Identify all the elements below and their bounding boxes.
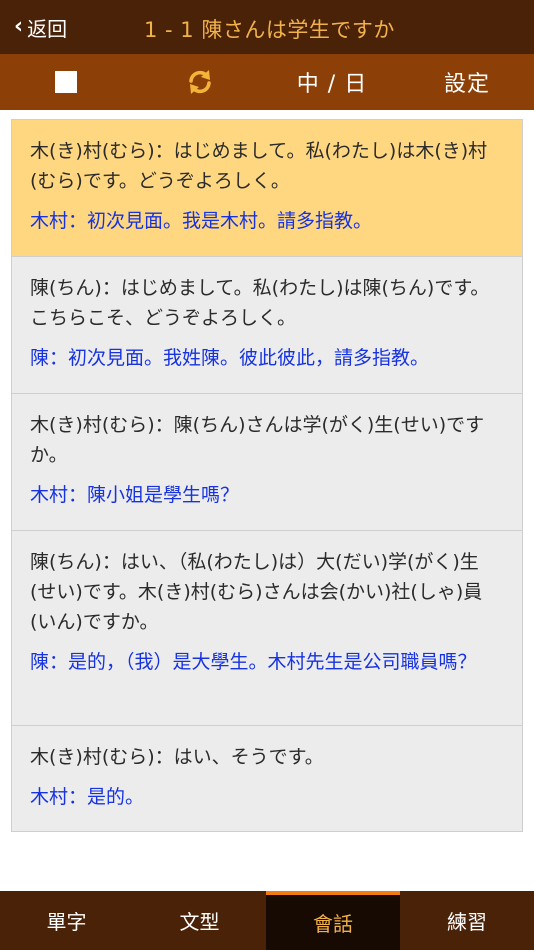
tab-grammar[interactable]: 文型 bbox=[133, 891, 266, 950]
chinese-translation: 木村：陳小姐是學生嗎？ bbox=[30, 484, 240, 506]
stop-button[interactable] bbox=[36, 54, 96, 110]
japanese-line: 木(き)村(むら)：はじめまして。私(わたし)は木(き)村(むら)です。どうぞよ… bbox=[30, 140, 488, 192]
chinese-translation: 木村：是的。 bbox=[30, 786, 145, 808]
chinese-translation: 陳：是的，（我）是大學生。木村先生是公司職員嗎？ bbox=[30, 651, 477, 673]
refresh-icon bbox=[189, 70, 211, 94]
language-toggle-button[interactable]: 中 / 日 bbox=[286, 54, 378, 110]
tab-practice-label: 練習 bbox=[447, 910, 487, 934]
dialogue-line-1[interactable]: 木(き)村(むら)：はじめまして。私(わたし)は木(き)村(むら)です。どうぞよ… bbox=[12, 120, 522, 257]
dialogue-line-5[interactable]: 木(き)村(むら)：はい、そうです。 木村：是的。 bbox=[12, 726, 522, 831]
chevron-left-icon: ‹ bbox=[14, 14, 24, 39]
dialogue-line-3[interactable]: 木(き)村(むら)：陳(ちん)さんは学(がく)生(せい)ですか。 木村：陳小姐是… bbox=[12, 394, 522, 531]
japanese-line: 陳(ちん)：はい、（私(わたし)は）大(だい)学(がく)生(せい)です。木(き)… bbox=[30, 551, 483, 633]
japanese-line: 木(き)村(むら)：はい、そうです。 bbox=[30, 746, 324, 768]
nav-header: ‹ 返回 1 - 1 陳さんは学生ですか bbox=[0, 0, 534, 54]
chinese-translation: 陳：初次見面。我姓陳。彼此彼此，請多指教。 bbox=[30, 347, 430, 369]
toolbar: 中 / 日 設定 bbox=[0, 54, 534, 110]
back-label: 返回 bbox=[27, 16, 68, 41]
tab-practice[interactable]: 練習 bbox=[400, 891, 534, 950]
dialogue-line-2[interactable]: 陳(ちん)：はじめまして。私(わたし)は陳(ちん)です。こちらこそ、どうぞよろし… bbox=[12, 257, 522, 394]
japanese-line: 陳(ちん)：はじめまして。私(わたし)は陳(ちん)です。こちらこそ、どうぞよろし… bbox=[30, 277, 490, 329]
bottom-tab-bar: 單字 文型 會話 練習 bbox=[0, 891, 534, 950]
repeat-button[interactable] bbox=[170, 54, 230, 110]
tab-vocab[interactable]: 單字 bbox=[0, 891, 133, 950]
japanese-line: 木(き)村(むら)：陳(ちん)さんは学(がく)生(せい)ですか。 bbox=[30, 414, 485, 466]
settings-button[interactable]: 設定 bbox=[428, 54, 506, 110]
language-toggle-label: 中 / 日 bbox=[296, 72, 368, 97]
tab-grammar-label: 文型 bbox=[179, 910, 220, 934]
settings-label: 設定 bbox=[443, 72, 490, 97]
page-title: 1 - 1 陳さんは学生ですか bbox=[144, 18, 395, 42]
tab-conversation[interactable]: 會話 bbox=[266, 891, 400, 950]
tab-conversation-label: 會話 bbox=[313, 912, 353, 936]
tab-vocab-label: 單字 bbox=[46, 910, 87, 934]
back-button[interactable]: ‹ 返回 bbox=[14, 12, 67, 42]
dialogue-list: 木(き)村(むら)：はじめまして。私(わたし)は木(き)村(むら)です。どうぞよ… bbox=[11, 119, 523, 832]
stop-icon bbox=[55, 71, 77, 93]
dialogue-line-4[interactable]: 陳(ちん)：はい、（私(わたし)は）大(だい)学(がく)生(せい)です。木(き)… bbox=[12, 531, 522, 726]
chinese-translation: 木村：初次見面。我是木村。請多指教。 bbox=[30, 210, 373, 232]
